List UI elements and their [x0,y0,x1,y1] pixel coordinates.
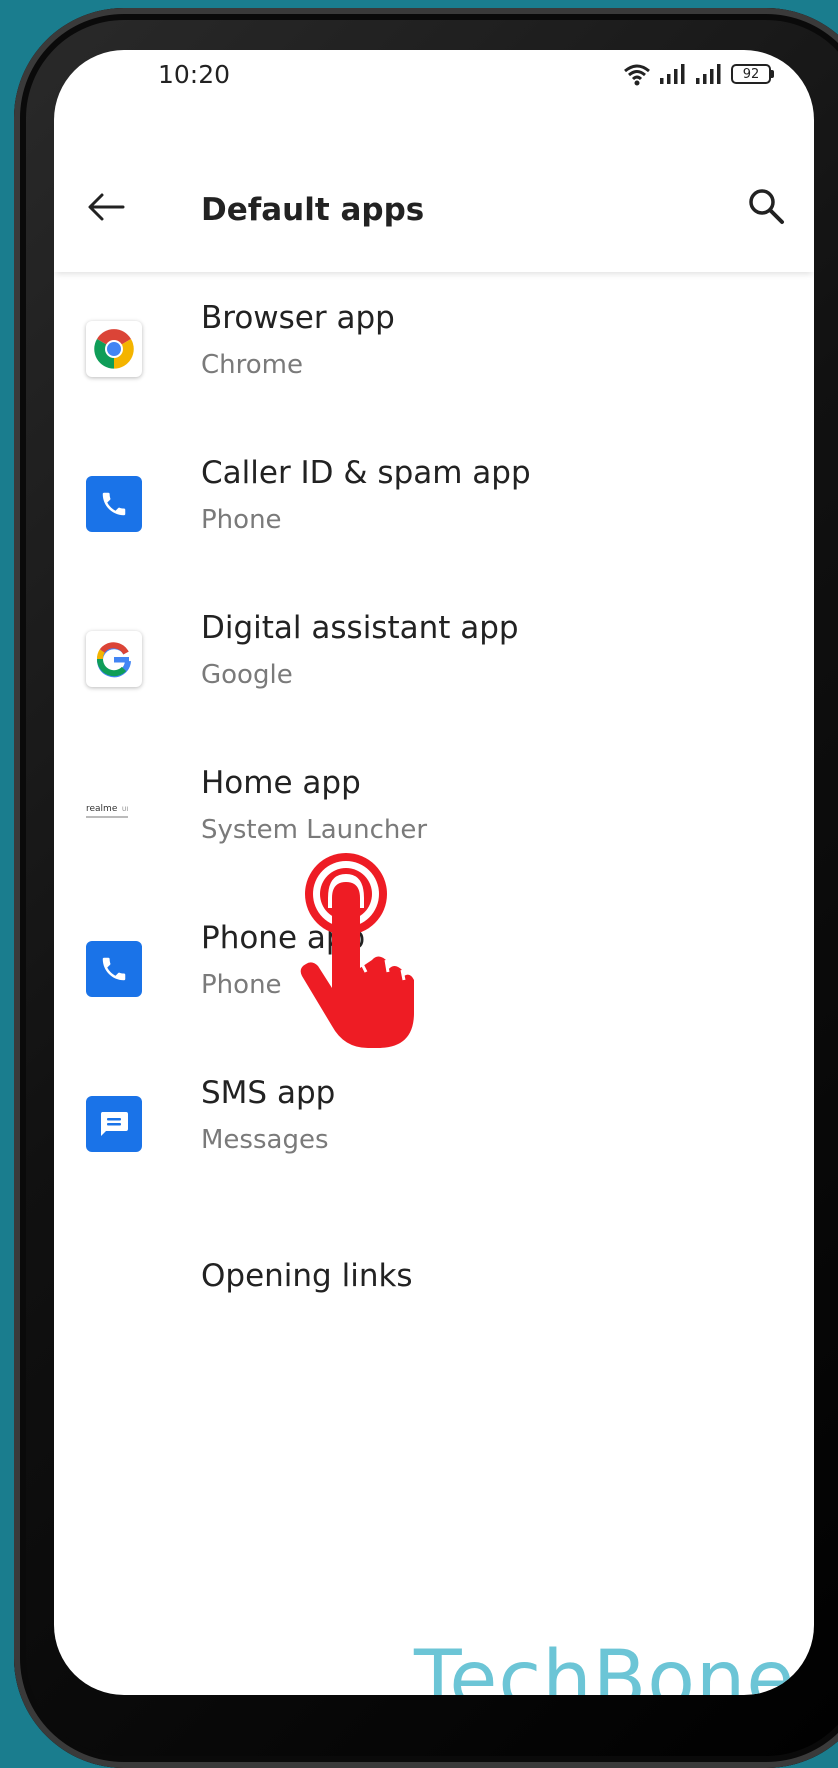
item-title: Browser app [201,300,395,336]
list-item-opening-links[interactable]: Opening links [54,1202,814,1357]
tap-gesture-icon [300,853,414,1048]
item-title: Home app [201,765,361,801]
battery-level: 92 [731,64,771,84]
phone-icon [86,941,142,997]
svg-text:realme: realme [86,804,118,814]
app-bar: Default apps [54,120,814,272]
search-icon [749,189,784,224]
battery-icon: 92 [731,64,774,84]
phone-screen: 10:20 92 Default apps Browser app Chrome… [54,50,814,1695]
back-button[interactable] [84,185,128,229]
page-title: Default apps [201,192,425,228]
item-subtitle: Messages [201,1125,329,1155]
messages-icon [86,1096,142,1152]
list-item-browser-app[interactable]: Browser app Chrome [54,272,814,427]
status-bar: 10:20 92 [54,50,814,120]
item-subtitle: System Launcher [201,815,428,845]
status-icons: 92 [623,62,774,86]
chrome-icon [86,321,142,377]
default-apps-list: Browser app Chrome Caller ID & spam app … [54,272,814,1357]
list-item-sms-app[interactable]: SMS app Messages [54,1047,814,1202]
item-title: SMS app [201,1075,336,1111]
phone-icon [86,476,142,532]
item-title: Caller ID & spam app [201,455,531,491]
wifi-icon [624,64,650,86]
battery-tip [771,70,774,78]
item-subtitle: Chrome [201,350,303,380]
list-item-digital-assistant-app[interactable]: Digital assistant app Google [54,582,814,737]
arrow-left-icon [88,193,125,221]
google-icon [86,631,142,687]
svg-text:UI: UI [122,806,128,813]
item-title: Digital assistant app [201,610,519,646]
realme-ui-logo-icon: realme UI [86,804,128,818]
item-subtitle: Google [201,660,293,690]
list-item-phone-app[interactable]: Phone app Phone [54,892,814,1047]
item-subtitle: Phone [201,505,282,535]
item-title: Opening links [201,1258,413,1294]
status-time: 10:20 [158,60,231,89]
list-item-caller-id-spam-app[interactable]: Caller ID & spam app Phone [54,427,814,582]
signal-icon-1 [660,64,685,84]
list-item-home-app[interactable]: realme UI Home app System Launcher [54,737,814,892]
item-subtitle: Phone [201,970,282,1000]
signal-icon-2 [696,64,721,84]
search-button[interactable] [742,182,790,230]
watermark: TechBone [414,1635,796,1695]
